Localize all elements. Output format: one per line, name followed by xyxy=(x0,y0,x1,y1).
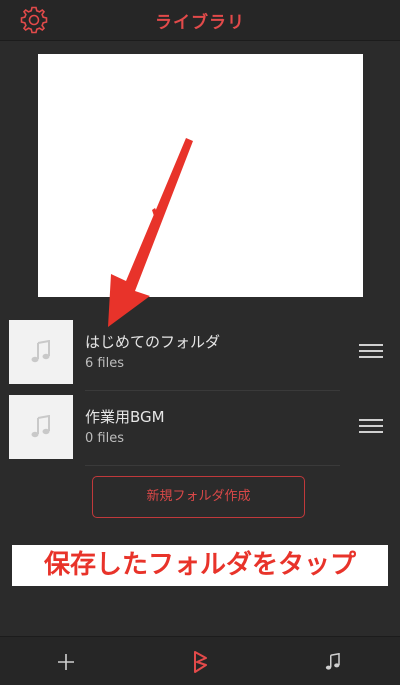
music-note-icon xyxy=(325,652,340,670)
tab-library[interactable] xyxy=(170,637,230,685)
folder-file-count: 0 files xyxy=(85,431,124,446)
annotation-label: 保存したフォルダをタップ xyxy=(12,545,388,586)
tab-music[interactable] xyxy=(303,637,363,685)
folder-name: はじめてのフォルダ xyxy=(85,333,221,351)
banner-area xyxy=(38,54,363,297)
folder-thumbnail xyxy=(9,395,73,459)
folder-name: 作業用BGM xyxy=(85,408,165,426)
new-folder-button[interactable]: 新規フォルダ作成 xyxy=(92,476,305,518)
reorder-handle[interactable] xyxy=(359,419,383,435)
library-screen: ライブラリ はじめてのフォルダ 6 files 作業用BGM 0 files 新… xyxy=(0,0,400,685)
folder-row[interactable]: 作業用BGM 0 files xyxy=(0,391,400,466)
reorder-handle[interactable] xyxy=(359,344,383,360)
header-bar: ライブラリ xyxy=(0,0,400,41)
folder-row[interactable]: はじめてのフォルダ 6 files xyxy=(0,316,400,391)
logo-b-icon xyxy=(194,650,207,673)
page-title: ライブラリ xyxy=(155,13,245,33)
music-note-icon xyxy=(31,415,50,438)
plus-icon xyxy=(58,653,74,670)
folder-thumbnail xyxy=(9,320,73,384)
music-note-icon xyxy=(31,340,50,363)
tab-bar xyxy=(0,636,400,685)
folder-list: はじめてのフォルダ 6 files 作業用BGM 0 files xyxy=(0,316,400,466)
folder-file-count: 6 files xyxy=(85,356,124,371)
row-divider xyxy=(85,465,340,466)
tab-add[interactable] xyxy=(36,637,96,685)
